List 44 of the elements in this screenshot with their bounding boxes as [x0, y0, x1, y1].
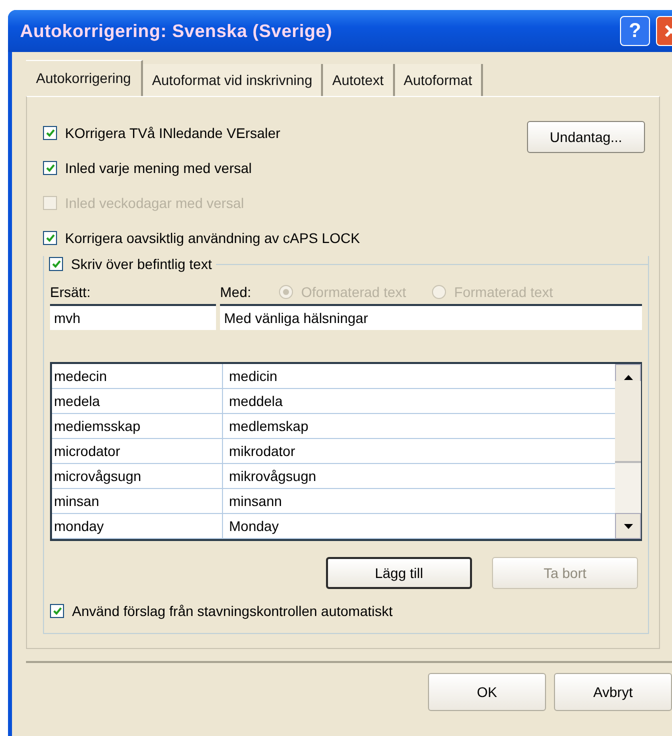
table-cell: medela — [52, 389, 223, 413]
replace-label: Ersätt: — [50, 284, 92, 300]
ok-button[interactable]: OK — [428, 673, 546, 711]
exceptions-button[interactable]: Undantag... — [527, 121, 645, 153]
checkbox-label: Använd förslag från stavningskontrollen automatiskt — [72, 603, 393, 619]
window-title: Autokorrigering: Svenska (Sverige) — [20, 20, 332, 42]
table-cell: monday — [52, 514, 223, 538]
table-cell-text: Monday — [228, 518, 279, 534]
checkbox[interactable] — [49, 257, 63, 271]
checkbox[interactable] — [43, 161, 57, 175]
tab[interactable]: Autoformat vid inskrivning — [142, 64, 324, 96]
table-cell-text: meddela — [228, 393, 283, 409]
checkbox[interactable] — [43, 126, 57, 140]
checkbox[interactable] — [43, 231, 57, 245]
cancel-button[interactable]: Avbryt — [554, 673, 672, 711]
table-cell: microvågsugn — [52, 464, 223, 488]
table-cell: mediemsskap — [52, 414, 223, 438]
with-field[interactable]: Med vänliga hälsningar — [220, 304, 642, 330]
table-cell-text: mikrovågsugn — [228, 468, 316, 484]
checkbox-label: Skriv över befintlig text — [71, 256, 212, 272]
checkbox-label: Inled varje mening med versal — [65, 160, 252, 176]
up-arrow-icon — [624, 374, 632, 380]
tab[interactable]: Autoformat — [394, 64, 484, 96]
with-label: Med: — [220, 284, 252, 300]
table-cell-text: medicin — [228, 368, 278, 384]
scroll-down-button[interactable] — [615, 513, 641, 539]
table-cell-text: mikrodator — [228, 443, 296, 459]
scrollbar[interactable] — [615, 364, 641, 539]
tab[interactable]: Autokorrigering — [26, 60, 143, 96]
tab[interactable]: Autotext — [323, 64, 395, 96]
down-arrow-icon — [624, 524, 632, 528]
table-cell-text: minsann — [228, 493, 282, 509]
scroll-thumb[interactable] — [615, 380, 641, 462]
checkbox-label: KOrrigera TVå INledande VErsaler — [65, 125, 280, 141]
replace-field[interactable]: mvh — [50, 304, 216, 330]
table-cell-text: medlemskap — [228, 418, 308, 434]
replacement-list[interactable]: medecin medicin medela meddela mediemsskap medlemskap microdator mikrodator microvågsugn mikrovågsugn minsan minsann monday Monday — [50, 362, 642, 541]
checkbox[interactable] — [50, 604, 64, 618]
checkbox-label: Korrigera oavsiktlig användning av cAPS LOCK — [65, 230, 360, 246]
table-cell: minsan — [52, 489, 223, 513]
add-button[interactable]: Lägg till — [326, 557, 472, 589]
table-cell: medecin — [52, 364, 223, 388]
help-button[interactable]: ? — [620, 16, 650, 46]
table-cell: microdator — [52, 439, 223, 463]
